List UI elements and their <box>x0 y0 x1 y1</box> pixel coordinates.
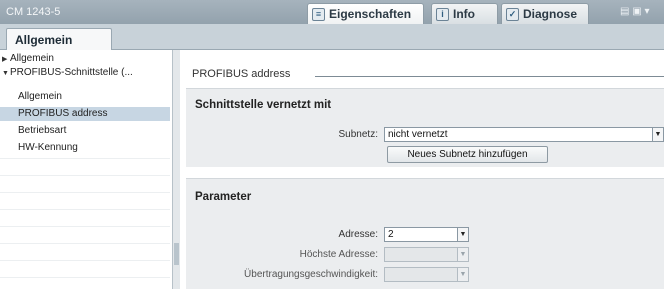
dropdown-arrow-icon: ▼ <box>457 248 468 261</box>
tree-row-divider <box>0 226 170 227</box>
parameter-section: Parameter Adresse: 2 ▼ Höchste Adresse: … <box>186 178 664 289</box>
add-subnet-button[interactable]: Neues Subnetz hinzufügen <box>387 146 548 163</box>
parameter-section-title: Parameter <box>195 191 252 203</box>
tree-item-label: Allgemein <box>18 91 62 102</box>
tree-row-divider <box>0 277 170 278</box>
title-bar: CM 1243-5 ≡ Eigenschaften i Info ✓ Diagn… <box>0 0 664 24</box>
highest-address-select: ▼ <box>384 247 469 262</box>
tab-allgemein[interactable]: Allgemein <box>6 28 112 51</box>
expand-arrow-icon[interactable]: ▶ <box>2 53 10 67</box>
tree-item-label: Allgemein <box>10 53 54 64</box>
dropdown-arrow-icon[interactable]: ▼ <box>457 228 468 241</box>
subnet-value: nicht vernetzt <box>388 129 448 140</box>
tree-item-general[interactable]: Allgemein <box>0 90 170 104</box>
tree-item-profibus-address[interactable]: PROFIBUS address <box>0 107 170 121</box>
highest-address-label: Höchste Adresse: <box>299 249 378 260</box>
dropdown-arrow-icon[interactable]: ▼ <box>652 128 663 141</box>
tree-row-divider <box>0 192 170 193</box>
tab-eigenschaften[interactable]: ≡ Eigenschaften <box>307 3 424 24</box>
properties-panel: PROFIBUS address Schnittstelle vernetzt … <box>181 50 664 289</box>
address-value: 2 <box>388 229 394 240</box>
tree-item-label: HW-Kennung <box>18 142 78 153</box>
tree-item-operating-mode[interactable]: Betriebsart <box>0 124 170 138</box>
subnet-select[interactable]: nicht vernetzt ▼ <box>384 127 664 142</box>
collapse-arrow-icon[interactable]: ▼ <box>2 67 10 81</box>
address-select[interactable]: 2 ▼ <box>384 227 469 242</box>
scrollbar-grip[interactable] <box>174 243 179 265</box>
transmission-speed-label: Übertragungsgeschwindigkeit: <box>244 269 378 280</box>
properties-icon: ≡ <box>312 7 325 21</box>
subnet-label: Subnetz: <box>338 129 378 140</box>
tree-item-profibus-interface[interactable]: ▼PROFIBUS-Schnittstelle (... <box>0 66 170 80</box>
tree-item-label: PROFIBUS address <box>18 108 108 119</box>
navigation-tree: ▶ Allgemein ▼PROFIBUS-Schnittstelle (... … <box>0 50 172 289</box>
page-title: PROFIBUS address <box>192 68 291 80</box>
tree-item-label: PROFIBUS-Schnittstelle (... <box>10 67 133 78</box>
address-label: Adresse: <box>338 229 378 240</box>
info-icon: i <box>436 7 449 21</box>
tab-eigenschaften-label: Eigenschaften <box>329 7 412 21</box>
tree-item-allgemein[interactable]: ▶ Allgemein <box>0 52 170 66</box>
diagnostics-icon: ✓ <box>506 7 519 21</box>
splitter-scrollbar[interactable] <box>172 50 180 289</box>
heading-divider <box>315 76 664 77</box>
tree-row-divider <box>0 175 170 176</box>
tree-row-divider <box>0 209 170 210</box>
network-section-title: Schnittstelle vernetzt mit <box>195 99 332 111</box>
tab-strip: Allgemein <box>0 24 664 51</box>
tab-diagnose[interactable]: ✓ Diagnose <box>501 3 589 24</box>
tree-item-label: Betriebsart <box>18 125 67 136</box>
tab-diagnose-label: Diagnose <box>523 7 578 21</box>
window-title: CM 1243-5 <box>6 6 61 18</box>
tree-row-divider <box>0 260 170 261</box>
transmission-speed-select: ▼ <box>384 267 469 282</box>
tree-row-divider <box>0 243 170 244</box>
dropdown-arrow-icon: ▼ <box>457 268 468 281</box>
tree-row-divider <box>0 158 170 159</box>
tab-info-label: Info <box>453 7 475 21</box>
network-section: Schnittstelle vernetzt mit Subnetz: nich… <box>186 88 664 167</box>
tree-item-hw-identifier[interactable]: HW-Kennung <box>0 141 170 155</box>
window-controls-icon[interactable]: ▤ ▣ ▾ <box>620 6 649 18</box>
tab-info[interactable]: i Info <box>431 3 498 24</box>
